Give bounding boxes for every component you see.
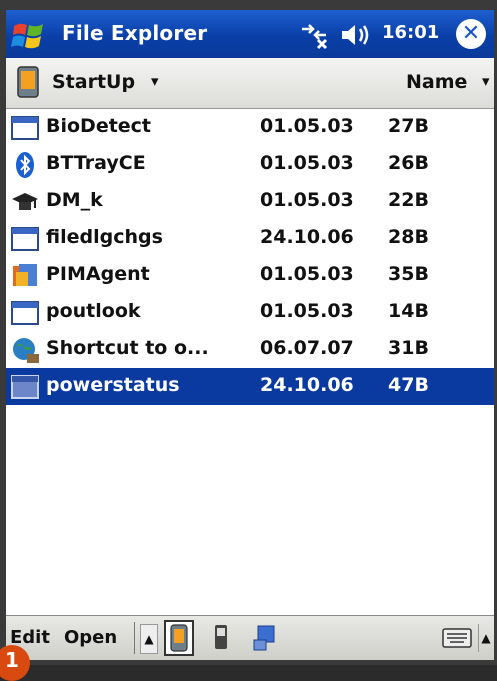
list-item[interactable]: BioDetect 01.05.03 27B — [6, 109, 494, 146]
file-name: poutlook — [46, 300, 141, 322]
list-item[interactable]: BTTrayCE 01.05.03 26B — [6, 146, 494, 183]
close-icon[interactable]: ✕ — [456, 19, 486, 49]
windows-start-icon[interactable] — [10, 16, 48, 52]
list-item[interactable]: filedlgchgs 24.10.06 28B — [6, 220, 494, 257]
pim-agent-icon — [13, 264, 37, 286]
app-window-icon — [11, 301, 39, 325]
file-name: DM_k — [46, 189, 103, 211]
file-size: 31B — [388, 337, 429, 359]
screen: File Explorer 16:01 ✕ StartUp ▾ Name ▾ B… — [6, 10, 494, 660]
network-share-icon — [253, 625, 275, 651]
file-date: 01.05.03 — [260, 152, 354, 174]
file-size: 26B — [388, 152, 429, 174]
file-list: BioDetect 01.05.03 27B BTTrayCE 01.05.03… — [6, 109, 494, 405]
title-bar: File Explorer 16:01 ✕ — [6, 10, 494, 58]
file-date: 01.05.03 — [260, 300, 354, 322]
list-item[interactable]: Shortcut to o... 06.07.07 31B — [6, 331, 494, 368]
file-size: 27B — [388, 115, 429, 137]
storage-card-button[interactable] — [206, 620, 236, 656]
storage-card-icon — [215, 625, 227, 649]
network-button[interactable] — [250, 620, 280, 656]
folder-bar: StartUp ▾ Name ▾ — [6, 58, 494, 109]
clock-time[interactable]: 16:01 — [382, 22, 439, 43]
list-item-selected[interactable]: powerstatus 24.10.06 47B — [6, 368, 494, 405]
chevron-down-icon[interactable]: ▾ — [482, 72, 490, 90]
file-size: 35B — [388, 263, 429, 285]
file-date: 24.10.06 — [260, 374, 354, 396]
list-item[interactable]: PIMAgent 01.05.03 35B — [6, 257, 494, 294]
file-size: 28B — [388, 226, 429, 248]
list-item[interactable]: poutlook 01.05.03 14B — [6, 294, 494, 331]
file-date: 24.10.06 — [260, 226, 354, 248]
step-number-badge: 1 — [0, 645, 30, 681]
globe-shortcut-icon — [13, 338, 39, 363]
graduation-cap-icon — [12, 193, 38, 210]
connectivity-icon[interactable] — [298, 20, 330, 50]
open-menu[interactable]: Open — [64, 627, 117, 648]
device-view-button[interactable] — [164, 620, 194, 656]
device-folder-icon — [170, 624, 188, 652]
file-name: filedlgchgs — [46, 226, 163, 248]
current-folder-dropdown[interactable]: StartUp — [52, 71, 135, 93]
file-date: 01.05.03 — [260, 189, 354, 211]
bluetooth-icon — [16, 152, 34, 178]
window-title: File Explorer — [62, 21, 208, 45]
scroll-left-icon[interactable]: ▲ — [140, 624, 158, 654]
volume-icon[interactable] — [340, 22, 372, 48]
keyboard-icon[interactable] — [442, 626, 472, 650]
separator — [134, 622, 135, 654]
file-name: BioDetect — [46, 115, 152, 137]
file-size: 14B — [388, 300, 429, 322]
file-name: Shortcut to o... — [46, 337, 209, 359]
sort-by-dropdown[interactable]: Name — [406, 71, 467, 93]
chevron-down-icon[interactable]: ▾ — [151, 72, 159, 90]
file-name: PIMAgent — [46, 263, 150, 285]
file-date: 06.07.07 — [260, 337, 354, 359]
file-name: BTTrayCE — [46, 152, 146, 174]
list-item[interactable]: DM_k 01.05.03 22B — [6, 183, 494, 220]
file-date: 01.05.03 — [260, 115, 354, 137]
app-window-icon — [11, 375, 39, 399]
device-frame: File Explorer 16:01 ✕ StartUp ▾ Name ▾ B… — [0, 0, 497, 681]
app-window-icon — [11, 116, 39, 140]
menu-bar: Edit Open ▲ ▲ — [6, 615, 494, 660]
app-window-icon — [11, 227, 39, 251]
file-size: 22B — [388, 189, 429, 211]
file-date: 01.05.03 — [260, 263, 354, 285]
file-name: powerstatus — [46, 374, 180, 396]
device-folder-icon — [17, 66, 39, 98]
input-panel-arrow-icon[interactable]: ▲ — [478, 624, 493, 652]
file-size: 47B — [388, 374, 429, 396]
